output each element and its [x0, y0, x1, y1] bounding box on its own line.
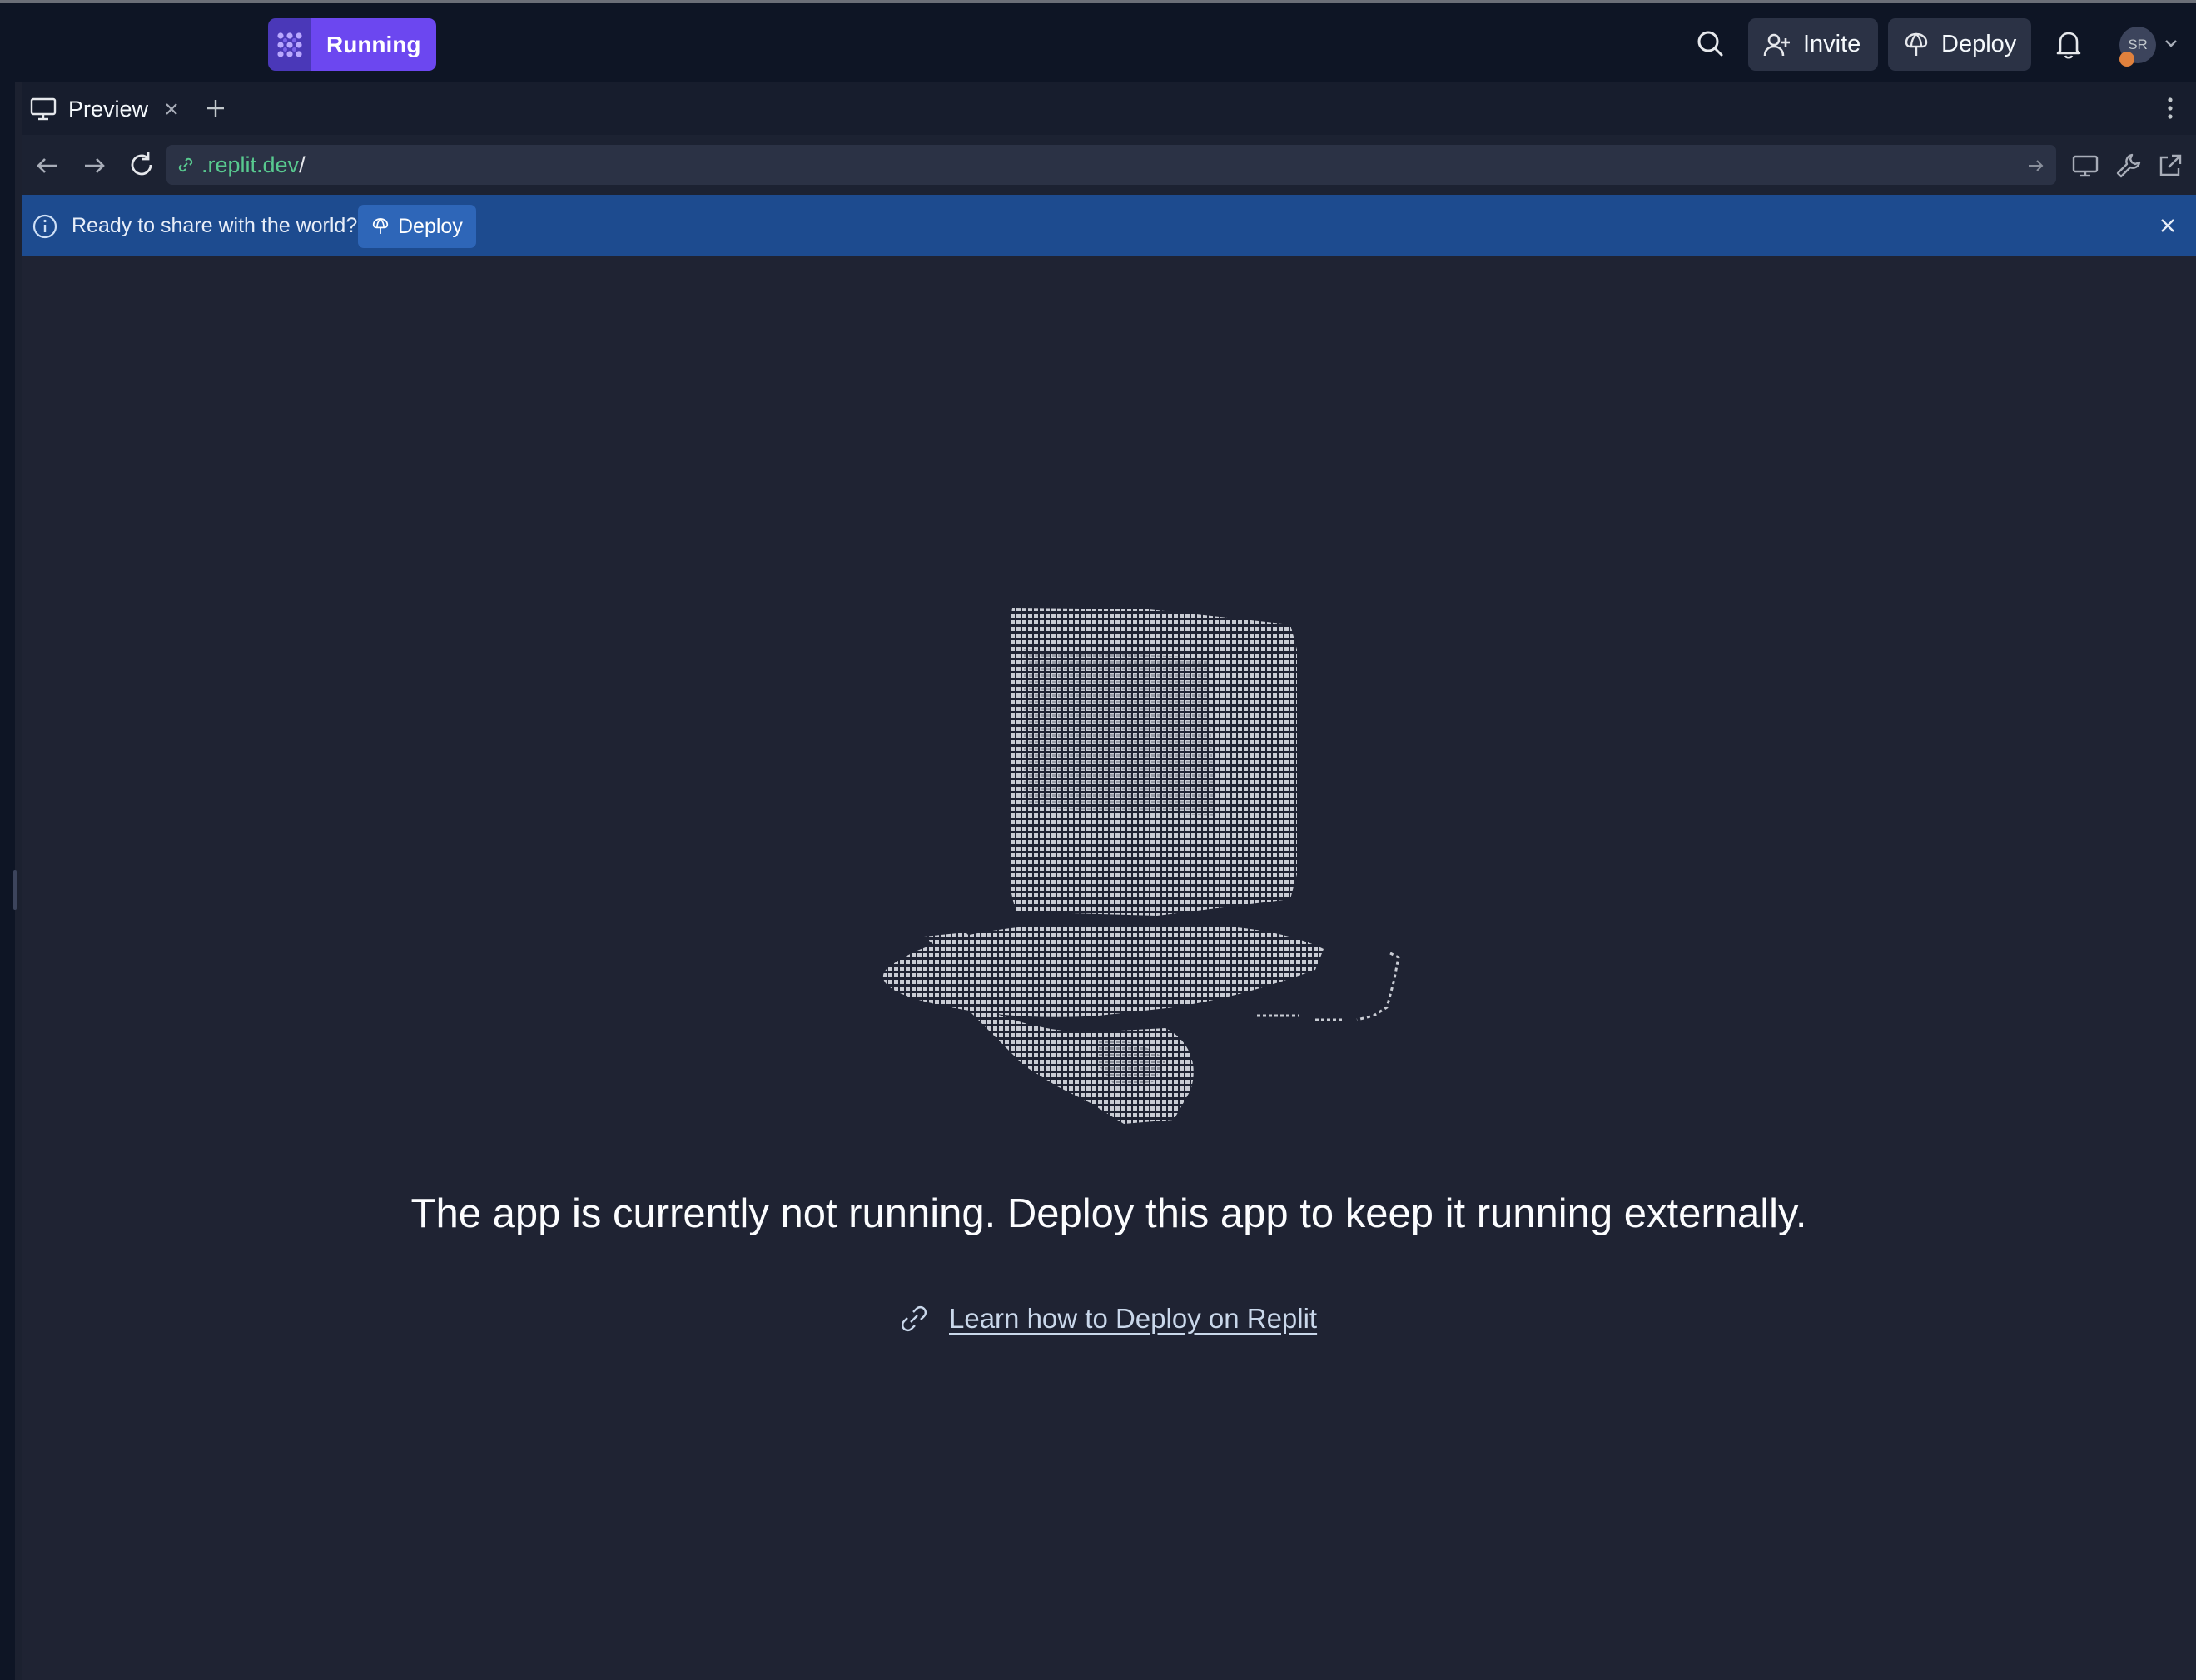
invite-label: Invite [1803, 31, 1861, 57]
url-path: / [299, 152, 306, 177]
resize-handle[interactable] [13, 870, 17, 910]
banner-deploy-label: Deploy [398, 214, 463, 238]
go-arrow-icon[interactable] [2026, 157, 2044, 175]
devices-icon[interactable] [2071, 152, 2099, 180]
deploy-icon [1903, 32, 1930, 58]
chevron-down-icon[interactable] [2163, 37, 2179, 50]
link-icon [176, 156, 195, 174]
bell-icon[interactable] [2051, 27, 2086, 62]
reload-icon[interactable] [127, 150, 157, 180]
search-icon[interactable] [1692, 25, 1730, 63]
top-hat-ascii-art [824, 599, 1423, 1132]
banner-text: Ready to share with the world? [72, 214, 358, 237]
add-tab-icon[interactable] [205, 97, 226, 119]
invite-button[interactable]: Invite [1748, 18, 1878, 71]
learn-deploy-link[interactable]: Learn how to Deploy on Replit [949, 1303, 1317, 1335]
deploy-label: Deploy [1941, 31, 2017, 57]
deploy-icon [371, 217, 390, 236]
not-running-message: The app is currently not running. Deploy… [410, 1191, 1807, 1236]
forward-arrow-icon[interactable] [80, 152, 108, 180]
replit-logo-icon [268, 18, 311, 71]
back-arrow-icon[interactable] [33, 152, 62, 180]
tab-label: Preview [68, 96, 149, 122]
run-status-label: Running [311, 18, 436, 71]
more-options-icon[interactable] [2163, 94, 2178, 122]
close-icon[interactable] [2158, 216, 2178, 236]
close-icon[interactable] [161, 99, 181, 119]
learn-link-row: Learn how to Deploy on Replit [899, 1299, 1317, 1339]
url-field[interactable]: .replit.dev / [166, 145, 2056, 185]
open-new-tab-icon[interactable] [2156, 152, 2184, 180]
monitor-icon [30, 97, 57, 122]
person-add-icon [1763, 31, 1791, 59]
link-icon [899, 1304, 929, 1334]
url-host: .replit.dev [201, 152, 300, 177]
run-button[interactable]: Running [268, 18, 436, 71]
deploy-button[interactable]: Deploy [1888, 18, 2031, 71]
deploy-banner: Ready to share with the world? Deploy [22, 195, 2196, 256]
status-dot [2119, 52, 2134, 67]
tab-preview[interactable]: Preview [30, 90, 148, 128]
wrench-icon[interactable] [2114, 152, 2143, 180]
info-icon [32, 213, 58, 240]
banner-deploy-button[interactable]: Deploy [358, 205, 476, 248]
tab-bar [22, 82, 2196, 135]
